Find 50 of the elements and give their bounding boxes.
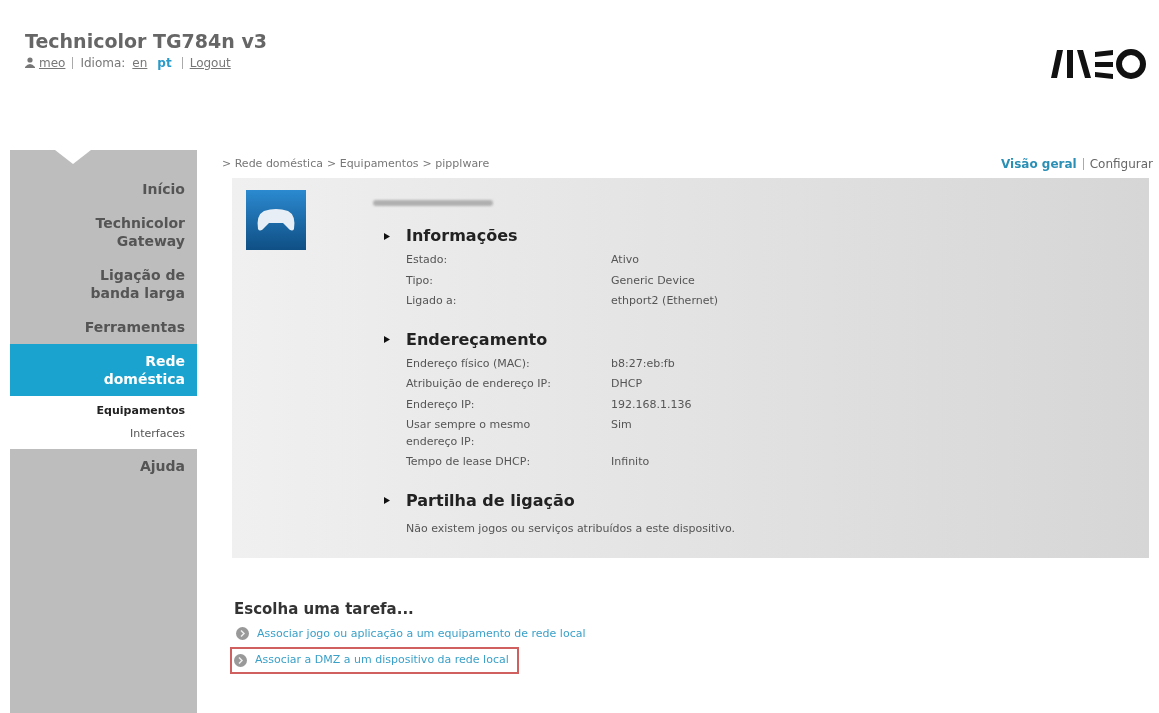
language-link[interactable]: en (129, 53, 151, 72)
nav-item[interactable]: Início (10, 172, 197, 206)
nav-item[interactable]: Technicolor Gateway (10, 206, 197, 258)
gamepad-icon (246, 190, 306, 250)
nav-item[interactable]: Ligação de banda larga (10, 258, 197, 310)
field-label: Estado: (406, 252, 449, 268)
section-heading: Endereçamento (406, 328, 548, 351)
field-label: Atribuição de endereço IP: (406, 376, 552, 392)
section-heading: Informações (406, 225, 518, 247)
section-heading: Partilha de ligação (406, 489, 575, 512)
field-label: Ligado a: (406, 293, 458, 309)
user-icon (25, 57, 35, 69)
chevron-icon (236, 627, 249, 641)
field-value: Sim (611, 417, 632, 433)
field-value: Generic Device (611, 272, 695, 289)
field-value: Infinito (611, 454, 650, 470)
bullet-icon (384, 336, 390, 343)
tasks-heading: Escolha uma tarefa... (234, 599, 415, 620)
nav-subitem[interactable]: Equipamentos (10, 400, 197, 423)
nav-item[interactable]: Ajuda (10, 449, 197, 483)
section-note: Não existem jogos ou serviços atribuídos a este dispositivo. (406, 520, 735, 537)
field-label: Endereço IP: (406, 396, 476, 413)
field-label: Endereço físico (MAC): (406, 355, 531, 372)
bullet-icon (384, 232, 390, 240)
bullet-icon (384, 497, 390, 504)
chevron-icon (234, 653, 247, 667)
user-link[interactable]: meo (39, 53, 66, 72)
view-link[interactable]: Configurar (1089, 155, 1153, 173)
view-link[interactable]: Visão geral (1000, 155, 1077, 173)
language-label: Idioma: (80, 54, 126, 72)
field-label: Tempo de lease DHCP: (406, 454, 532, 470)
breadcrumb-item[interactable]: > Equipamentos (326, 155, 419, 173)
menu-notch (55, 150, 91, 164)
breadcrumb-item[interactable]: > pipplware (422, 155, 490, 173)
nav-item[interactable]: Ferramentas (10, 310, 197, 344)
field-label: Usar sempre o mesmo endereço IP: (406, 417, 532, 450)
language-link[interactable]: pt (154, 53, 175, 72)
field-label: Tipo: (406, 272, 434, 289)
task-link[interactable]: Associar jogo ou aplicação a um equipamento de rede local (234, 622, 588, 645)
field-value: Ativo (611, 252, 639, 268)
task-link[interactable]: Associar a DMZ a um dispositivo da rede local (230, 647, 519, 674)
field-value: DHCP (611, 376, 643, 392)
nav-item[interactable]: Rede doméstica (10, 344, 197, 396)
field-value: ethport2 (Ethernet) (611, 293, 719, 309)
logout-link[interactable]: Logout (189, 53, 231, 72)
device-title: Technicolor TG784n v3 (25, 30, 267, 54)
nav-subitem[interactable]: Interfaces (10, 422, 197, 445)
field-value: b8:27:eb:fb (611, 355, 675, 372)
breadcrumb-item[interactable]: > Rede doméstica (222, 155, 323, 173)
field-value: 192.168.1.136 (611, 396, 692, 413)
